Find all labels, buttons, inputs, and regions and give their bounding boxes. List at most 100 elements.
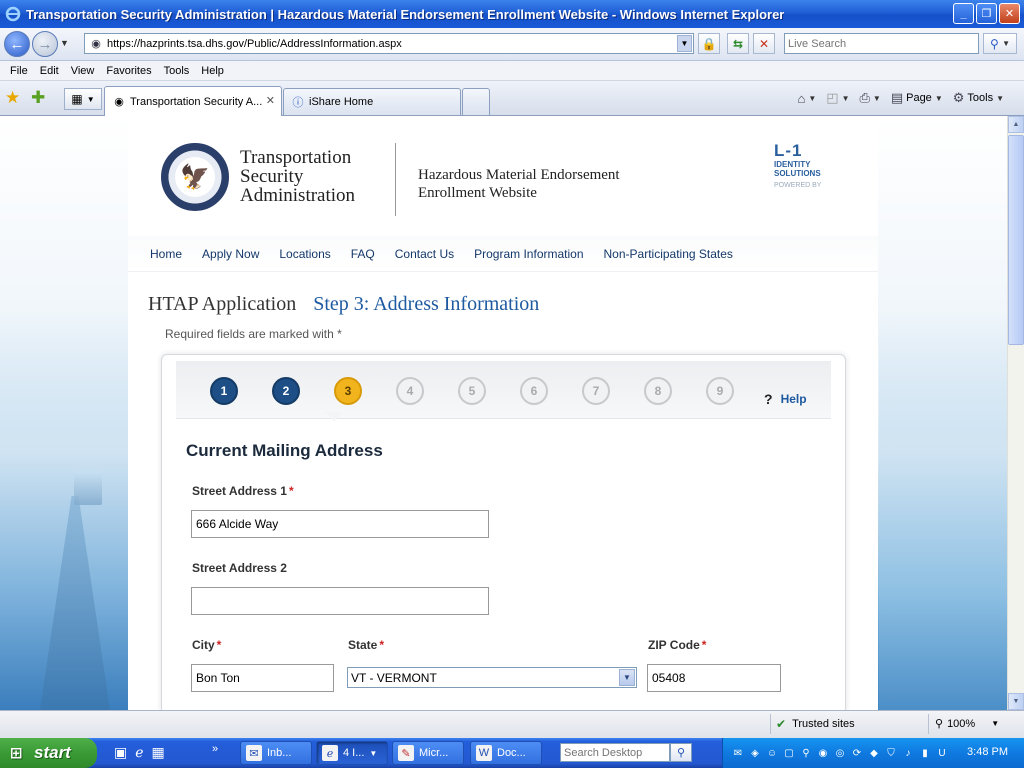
messenger-tray-icon[interactable]: ☺ [765,746,779,760]
page-menu-button[interactable]: ▤ Page ▼ [891,90,943,106]
home-button[interactable]: ⌂ ▼ [797,91,816,106]
status-separator [770,714,771,734]
live-search-input[interactable] [785,34,975,53]
taskbar-button-ie[interactable]: ℯ 4 I... ▼ [316,741,388,765]
excel-quicklaunch-icon[interactable]: ▦ [152,744,165,761]
device-tray-icon[interactable]: ▮ [918,746,932,760]
update-tray-icon[interactable]: ◎ [833,746,847,760]
taskbar-button-label: Micr... [419,747,449,759]
taskbar-button-document[interactable]: W Doc... [470,741,542,765]
tab-tsa[interactable]: ◉ Transportation Security A... ✕ [104,86,282,116]
lock-icon[interactable]: 🔒 [698,33,720,54]
street1-input[interactable] [191,510,489,538]
zoom-dropdown-icon[interactable]: ▼ [991,719,999,728]
search-button[interactable]: ⚲ ▼ [983,33,1017,54]
menu-tools[interactable]: Tools [158,65,196,77]
back-button[interactable]: ← [4,31,30,57]
stop-icon[interactable]: ✕ [753,33,775,54]
nav-non-participating-states[interactable]: Non-Participating States [604,247,733,261]
taskbar-button-microsoft[interactable]: ✎ Micr... [392,741,464,765]
show-desktop-icon[interactable]: ▣ [114,744,127,761]
taskbar-button-inbox[interactable]: ✉ Inb... [240,741,312,765]
tab-ishare[interactable]: ⓘ iShare Home [283,88,461,115]
menu-help[interactable]: Help [195,65,230,77]
tab-label: iShare Home [309,96,374,108]
forward-button[interactable]: → [32,31,58,57]
step-4: 4 [396,377,424,405]
volume-tray-icon[interactable]: ♪ [901,746,915,760]
address-dropdown-icon[interactable]: ▼ [677,35,692,52]
maximize-button[interactable]: ❐ [976,3,997,24]
zoom-control[interactable]: ⚲ 100% ▼ [935,717,999,731]
minimize-button[interactable]: _ [953,3,974,24]
ccs-tray-icon[interactable]: ▢ [782,746,796,760]
mail-tray-icon[interactable]: ✉ [731,746,745,760]
menu-bar: File Edit View Favorites Tools Help [0,61,1024,81]
powered-by-label: POWERED BY [774,182,822,189]
step-1[interactable]: 1 [210,377,238,405]
print-button[interactable]: ⎙ ▼ [859,90,880,106]
start-button[interactable]: ⊞ start [0,738,97,768]
current-step-pointer [325,412,343,421]
background-sky-right [879,316,1007,710]
page-menu-label: Page [906,92,932,104]
tsa-wordmark-line: Administration [240,185,356,206]
refresh-icon[interactable]: ⇆ [727,33,749,54]
shield-tray-icon[interactable]: ⛉ [884,746,898,760]
menu-favorites[interactable]: Favorites [100,65,157,77]
security-zone[interactable]: ✔ Trusted sites [776,717,855,731]
nav-locations[interactable]: Locations [279,247,330,261]
desktop-search-button[interactable]: ⚲ [670,743,692,762]
step-2[interactable]: 2 [272,377,300,405]
status-tray-icon[interactable]: ◆ [867,746,881,760]
scroll-down-icon[interactable]: ▼ [1008,693,1024,710]
chevron-down-icon[interactable]: ▼ [619,669,635,686]
desktop-search-box[interactable] [560,743,670,762]
network-tray-icon[interactable]: ◈ [748,746,762,760]
nav-contact-us[interactable]: Contact Us [395,247,454,261]
new-tab-button[interactable] [462,88,490,115]
help-label[interactable]: Help [781,392,807,406]
quick-tabs-button[interactable]: ▦ ▼ [64,88,102,110]
taskbar-button-label: Doc... [497,747,526,759]
recent-pages-dropdown-icon[interactable]: ▼ [60,38,69,48]
ie-quicklaunch-icon[interactable]: ℯ [135,744,143,761]
nav-apply-now[interactable]: Apply Now [202,247,259,261]
security-tray-icon[interactable]: ◉ [816,746,830,760]
zip-input[interactable] [647,664,781,692]
antivirus-tray-icon[interactable]: U [935,746,949,760]
menu-edit[interactable]: Edit [34,65,65,77]
address-bar[interactable]: ◉ ▼ [84,33,694,54]
close-window-button[interactable]: ✕ [999,3,1020,24]
help-link[interactable]: ? Help [764,391,807,407]
system-tray: ✉ ◈ ☺ ▢ ⚲ ◉ ◎ ⟳ ◆ ⛉ ♪ ▮ U 3:48 PM [722,738,1024,768]
city-input[interactable] [191,664,334,692]
nav-faq[interactable]: FAQ [351,247,375,261]
street2-input[interactable] [191,587,489,615]
add-favorite-icon[interactable]: ✚ [31,88,45,108]
dhs-site-icon: ◉ [91,38,101,50]
menu-view[interactable]: View [65,65,101,77]
search-tray-icon[interactable]: ⚲ [799,746,813,760]
state-select[interactable]: VT - VERMONT ▼ [347,667,637,688]
nav-program-information[interactable]: Program Information [474,247,583,261]
live-search-box[interactable] [784,33,979,54]
nav-home[interactable]: Home [150,247,182,261]
quick-launch-more-icon[interactable]: » [212,743,218,755]
background-truck [74,471,102,505]
close-tab-icon[interactable]: ✕ [266,94,275,107]
url-input[interactable] [107,37,667,50]
sync-tray-icon[interactable]: ⟳ [850,746,864,760]
taskbar-button-label: Inb... [267,747,292,759]
step-title: Step 3: Address Information [313,293,540,315]
tools-menu-button[interactable]: ⚙ Tools ▼ [953,90,1004,106]
start-label: start [34,743,71,762]
scroll-thumb[interactable] [1008,135,1024,345]
required-marker: * [216,638,222,652]
menu-file[interactable]: File [4,65,34,77]
vertical-scrollbar[interactable]: ▲ ▼ [1007,116,1024,710]
scroll-up-icon[interactable]: ▲ [1008,116,1024,133]
feeds-button[interactable]: ◰ ▼ [826,90,849,106]
desktop-search-input[interactable] [561,744,666,761]
favorites-star-icon[interactable]: ★ [5,88,20,108]
